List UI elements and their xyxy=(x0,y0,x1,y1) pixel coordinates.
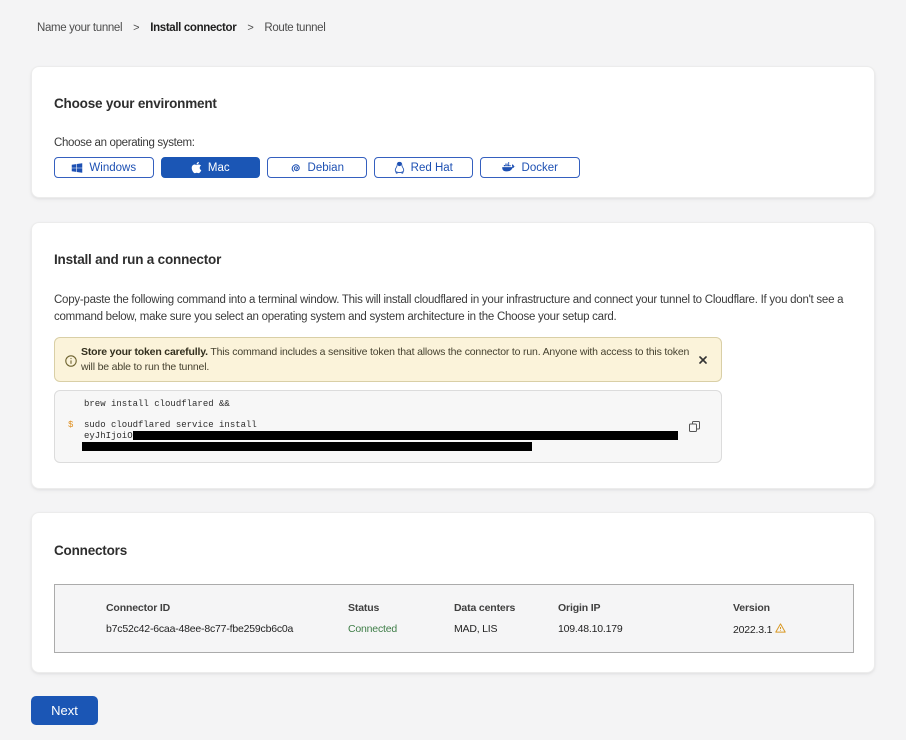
code-line-2: sudo cloudflared service install xyxy=(84,420,678,431)
os-button-label: Docker xyxy=(522,162,558,174)
code-line-token-2 xyxy=(84,441,678,452)
connector-id-value: b7c52c42-6caa-48ee-8c77-fbe259cb6c0a xyxy=(106,623,293,635)
linux-penguin-icon xyxy=(394,161,405,174)
os-button-docker[interactable]: Docker xyxy=(480,157,580,178)
install-connector-page: Name your tunnel > Install connector > R… xyxy=(0,0,906,740)
docker-icon xyxy=(502,162,516,173)
origin-ip-value: 109.48.10.179 xyxy=(558,623,623,635)
connectors-table: Connector ID Status Data centers Origin … xyxy=(54,584,854,653)
windows-icon xyxy=(71,162,83,174)
status-badge: Connected xyxy=(348,623,397,635)
shell-prompt: $ xyxy=(68,420,73,431)
apple-icon xyxy=(191,161,202,174)
os-button-label: Windows xyxy=(89,162,136,174)
token-warning-banner: Store your token carefully. This command… xyxy=(54,337,722,382)
connectors-title: Connectors xyxy=(54,542,127,559)
os-button-windows[interactable]: Windows xyxy=(54,157,154,178)
token-warning-text: Store your token carefully. This command… xyxy=(81,345,689,375)
os-button-label: Debian xyxy=(308,162,344,174)
token-redaction-bar xyxy=(133,431,678,440)
install-connector-card: Install and run a connector Copy-paste t… xyxy=(31,222,875,489)
warning-triangle-icon xyxy=(775,623,786,636)
install-connector-title: Install and run a connector xyxy=(54,251,221,268)
copy-icon[interactable] xyxy=(686,420,702,436)
debian-icon xyxy=(290,162,302,174)
code-line-1: brew install cloudflared && xyxy=(84,399,678,410)
code-line-blank xyxy=(84,410,678,421)
header-data-centers: Data centers xyxy=(454,602,515,614)
data-centers-value: MAD, LIS xyxy=(454,623,497,635)
breadcrumb-route-tunnel[interactable]: Route tunnel xyxy=(264,22,325,34)
breadcrumb-install-connector[interactable]: Install connector xyxy=(150,22,236,34)
breadcrumb-separator: > xyxy=(133,22,139,34)
install-command-block: $ brew install cloudflared && sudo cloud… xyxy=(54,390,722,463)
choose-environment-title: Choose your environment xyxy=(54,95,217,112)
version-value: 2022.3.1 xyxy=(733,623,786,636)
code-line-token: eyJhIjoiO xyxy=(84,431,678,442)
os-button-group: Windows Mac Debian xyxy=(54,157,580,178)
os-select-label: Choose an operating system: xyxy=(54,137,195,149)
breadcrumb: Name your tunnel > Install connector > R… xyxy=(37,22,325,34)
header-origin-ip: Origin IP xyxy=(558,602,600,614)
install-instructions: Copy-paste the following command into a … xyxy=(54,292,843,325)
os-button-redhat[interactable]: Red Hat xyxy=(374,157,474,178)
choose-environment-card: Choose your environment Choose an operat… xyxy=(31,66,875,198)
os-button-label: Red Hat xyxy=(411,162,453,174)
token-redaction-bar xyxy=(82,442,532,451)
header-status: Status xyxy=(348,602,379,614)
header-connector-id: Connector ID xyxy=(106,602,170,614)
connectors-card: Connectors Connector ID Status Data cent… xyxy=(31,512,875,673)
close-icon[interactable] xyxy=(695,352,711,368)
next-button[interactable]: Next xyxy=(31,696,98,725)
info-circle-icon xyxy=(65,354,77,372)
header-version: Version xyxy=(733,602,770,614)
os-button-debian[interactable]: Debian xyxy=(267,157,367,178)
breadcrumb-separator: > xyxy=(247,22,253,34)
os-button-mac[interactable]: Mac xyxy=(161,157,261,178)
breadcrumb-name-your-tunnel[interactable]: Name your tunnel xyxy=(37,22,122,34)
os-button-label: Mac xyxy=(208,162,230,174)
